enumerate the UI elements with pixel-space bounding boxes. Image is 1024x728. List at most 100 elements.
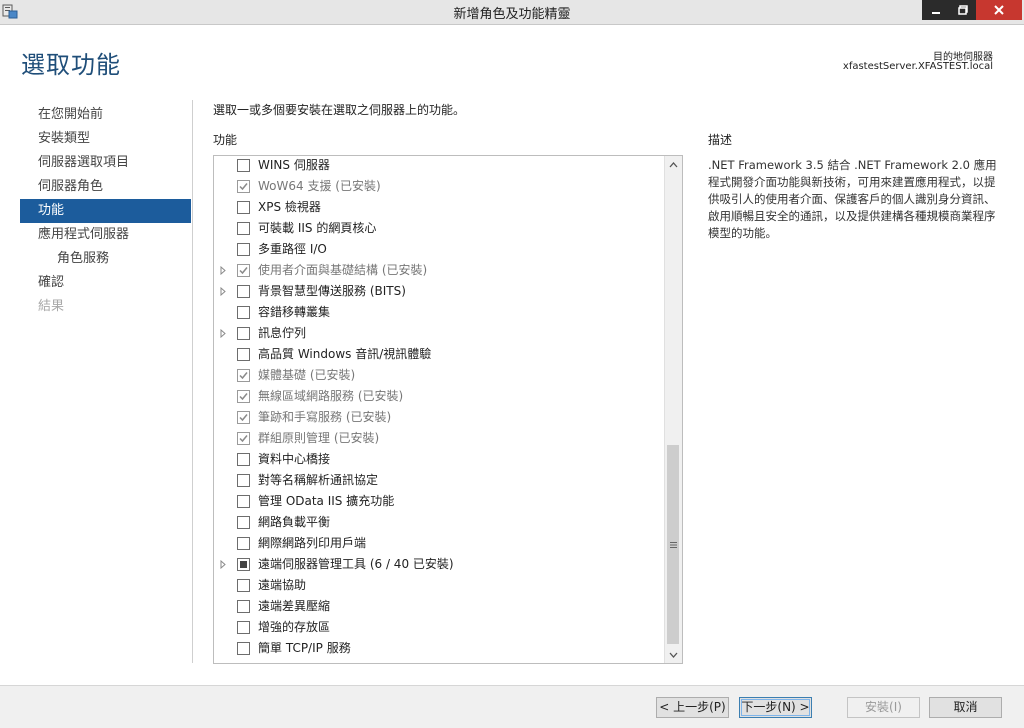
feature-rows: WINS 伺服器 WoW64 支援 (已安裝) XPS 檢視器可裝載 IIS 的網頁… (214, 156, 666, 659)
feature-row[interactable]: 遠端伺服器管理工具 (6 / 40 已安裝) (214, 554, 666, 575)
nav-item-before-you-begin[interactable]: 在您開始前 (20, 103, 191, 127)
feature-checkbox[interactable] (237, 243, 250, 256)
feature-checkbox[interactable] (237, 453, 250, 466)
feature-list-scrollbar[interactable] (664, 156, 682, 663)
feature-row[interactable]: 遠端協助 (214, 575, 666, 596)
expand-arrow-icon[interactable] (218, 260, 228, 281)
feature-checkbox[interactable] (237, 516, 250, 529)
feature-checkbox[interactable] (237, 201, 250, 214)
feature-label: 簡單 TCP/IP 服務 (258, 641, 351, 655)
feature-label: 遠端協助 (258, 578, 307, 592)
feature-label: 媒體基礎 (已安裝) (258, 368, 356, 382)
feature-checkbox (237, 264, 250, 277)
scroll-thumb[interactable] (667, 445, 679, 644)
chevron-up-icon (669, 161, 678, 167)
feature-label: WoW64 支援 (已安裝) (258, 179, 381, 193)
checkmark-icon (239, 414, 248, 422)
feature-row[interactable]: 無線區域網路服務 (已安裝) (214, 386, 666, 407)
feature-checkbox (237, 432, 250, 445)
feature-checkbox[interactable] (237, 495, 250, 508)
feature-row[interactable]: 媒體基礎 (已安裝) (214, 365, 666, 386)
window-title: 新增角色及功能精靈 (453, 7, 571, 22)
nav-item-confirmation[interactable]: 確認 (20, 271, 191, 295)
expand-arrow-icon[interactable] (218, 554, 228, 575)
nav-item-application-server[interactable]: 應用程式伺服器 (20, 223, 191, 247)
feature-label: WINS 伺服器 (258, 158, 330, 172)
feature-checkbox[interactable] (237, 327, 250, 340)
feature-list[interactable]: WINS 伺服器 WoW64 支援 (已安裝) XPS 檢視器可裝載 IIS 的網頁… (213, 155, 683, 664)
feature-row[interactable]: 網際網路列印用戶端 (214, 533, 666, 554)
cancel-button[interactable]: 取消 (929, 697, 1002, 718)
feature-checkbox[interactable] (237, 537, 250, 550)
nav-item-role-services[interactable]: 角色服務 (20, 247, 191, 271)
feature-row[interactable]: 增強的存放區 (214, 617, 666, 638)
feature-row[interactable]: 可裝載 IIS 的網頁核心 (214, 218, 666, 239)
feature-row[interactable]: 高品質 Windows 音訊/視訊體驗 (214, 344, 666, 365)
feature-checkbox[interactable] (237, 642, 250, 655)
description-heading: 描述 (708, 133, 733, 147)
feature-checkbox[interactable] (237, 285, 250, 298)
checkmark-icon (239, 183, 248, 191)
feature-row[interactable]: 資料中心橋接 (214, 449, 666, 470)
feature-checkbox[interactable] (237, 558, 250, 571)
feature-label: 資料中心橋接 (258, 452, 331, 466)
features-heading: 功能 (213, 133, 238, 147)
feature-checkbox[interactable] (237, 621, 250, 634)
feature-row[interactable]: XPS 檢視器 (214, 197, 666, 218)
feature-row[interactable]: 背景智慧型傳送服務 (BITS) (214, 281, 666, 302)
install-button: 安裝(I) (847, 697, 920, 718)
nav-item-server-roles[interactable]: 伺服器角色 (20, 175, 191, 199)
restore-button[interactable] (950, 0, 976, 20)
expand-arrow-icon[interactable] (218, 281, 228, 302)
wizard-nav: 在您開始前 安裝類型 伺服器選取項目 伺服器角色 功能 應用程式伺服器 角色服務… (20, 103, 191, 319)
scroll-down-button[interactable] (665, 646, 682, 663)
instruction-text: 選取一或多個要安裝在選取之伺服器上的功能。 (213, 103, 466, 117)
title-bar: 新增角色及功能精靈 (0, 0, 1024, 25)
feature-row[interactable]: 群組原則管理 (已安裝) (214, 428, 666, 449)
feature-checkbox[interactable] (237, 306, 250, 319)
feature-checkbox[interactable] (237, 600, 250, 613)
chevron-down-icon (669, 652, 678, 658)
feature-row[interactable]: 使用者介面與基礎結構 (已安裝) (214, 260, 666, 281)
wizard-window: 新增角色及功能精靈 選取功能 目的地伺服器 xfastestServer.XFA… (0, 0, 1024, 728)
checkmark-icon (239, 267, 248, 275)
feature-row[interactable]: 訊息佇列 (214, 323, 666, 344)
feature-label: 多重路徑 I/O (258, 242, 327, 256)
nav-item-results: 結果 (38, 299, 65, 314)
nav-item-installation-type[interactable]: 安裝類型 (20, 127, 191, 151)
feature-row[interactable]: 網路負載平衡 (214, 512, 666, 533)
feature-row[interactable]: 容錯移轉叢集 (214, 302, 666, 323)
feature-label: 容錯移轉叢集 (258, 305, 331, 319)
nav-item-server-selection[interactable]: 伺服器選取項目 (20, 151, 191, 175)
feature-row[interactable]: 管理 OData IIS 擴充功能 (214, 491, 666, 512)
grip-icon (669, 541, 677, 548)
feature-label: 群組原則管理 (已安裝) (258, 431, 380, 445)
feature-row[interactable]: WINS 伺服器 (214, 156, 666, 176)
nav-item-features[interactable]: 功能 (20, 199, 191, 223)
feature-checkbox[interactable] (237, 222, 250, 235)
feature-checkbox[interactable] (237, 579, 250, 592)
feature-checkbox[interactable] (237, 348, 250, 361)
feature-label: 網際網路列印用戶端 (258, 536, 367, 550)
feature-row[interactable]: 對等名稱解析通訊協定 (214, 470, 666, 491)
previous-button[interactable]: < 上一步(P) (656, 697, 729, 718)
feature-checkbox[interactable] (237, 159, 250, 172)
feature-row[interactable]: 遠端差異壓縮 (214, 596, 666, 617)
feature-row[interactable]: 簡單 TCP/IP 服務 (214, 638, 666, 659)
feature-row[interactable]: 筆跡和手寫服務 (已安裝) (214, 407, 666, 428)
next-button[interactable]: 下一步(N) > (739, 697, 812, 718)
feature-label: 可裝載 IIS 的網頁核心 (258, 221, 377, 235)
feature-checkbox (237, 390, 250, 403)
feature-label: 訊息佇列 (258, 326, 307, 340)
feature-label: 高品質 Windows 音訊/視訊體驗 (258, 347, 432, 361)
close-button[interactable] (976, 0, 1022, 20)
feature-row[interactable]: WoW64 支援 (已安裝) (214, 176, 666, 197)
scroll-up-button[interactable] (665, 156, 682, 173)
feature-row[interactable]: 多重路徑 I/O (214, 239, 666, 260)
expand-arrow-icon[interactable] (218, 323, 228, 344)
minimize-button[interactable] (922, 0, 950, 20)
feature-label: 無線區域網路服務 (已安裝) (258, 389, 404, 403)
feature-checkbox[interactable] (237, 474, 250, 487)
restore-icon (958, 5, 968, 15)
feature-label: XPS 檢視器 (258, 200, 321, 214)
